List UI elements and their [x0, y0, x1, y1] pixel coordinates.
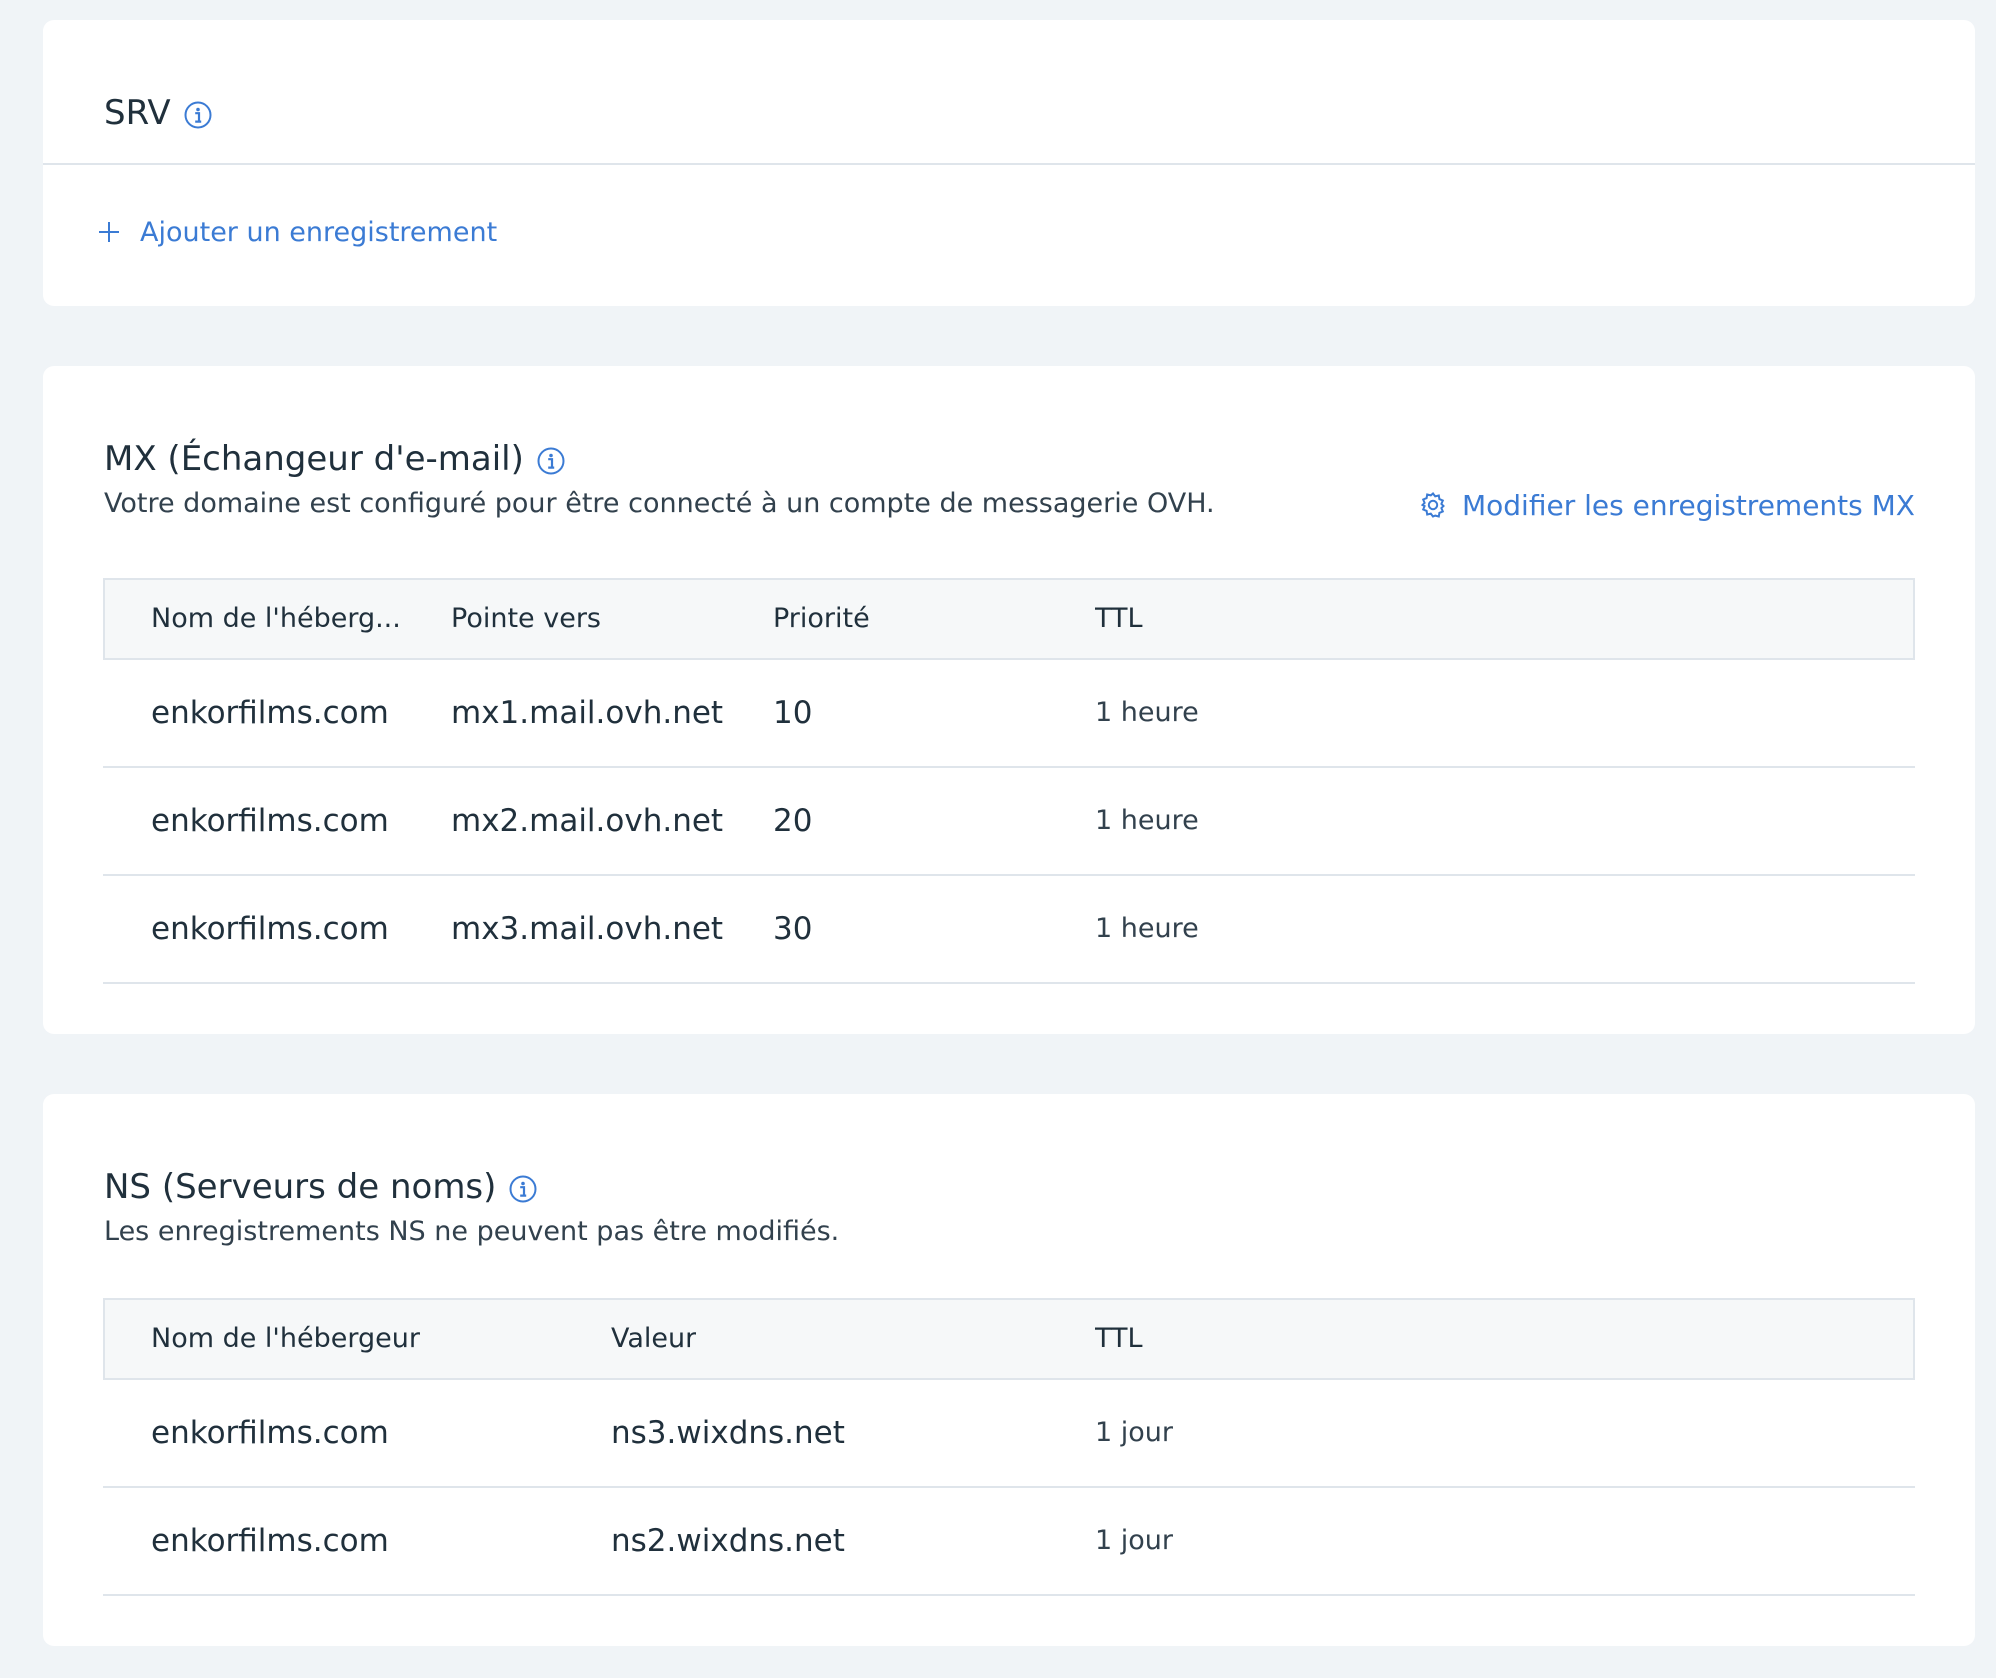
cell-priority: 10 [773, 695, 813, 731]
mx-table-header: Nom de l'héberg... Pointe vers Priorité … [103, 578, 1915, 660]
ns-title-row: NS (Serveurs de noms) [104, 1167, 538, 1207]
mx-card: MX (Échangeur d'e-mail) Votre domaine es… [43, 366, 1975, 1034]
ns-description: Les enregistrements NS ne peuvent pas êt… [104, 1216, 840, 1247]
table-row[interactable]: enkorfilms.com mx2.mail.ovh.net 20 1 heu… [103, 768, 1915, 876]
cell-priority: 20 [773, 803, 813, 839]
cell-target: mx3.mail.ovh.net [451, 911, 724, 947]
ns-table-header: Nom de l'hébergeur Valeur TTL [103, 1298, 1915, 1380]
cell-ttl: 1 jour [1095, 1525, 1173, 1556]
cell-value: ns3.wixdns.net [611, 1415, 845, 1451]
cell-priority: 30 [773, 911, 813, 947]
ns-records-table: Nom de l'hébergeur Valeur TTL enkorfilms… [103, 1298, 1915, 1596]
cell-host: enkorfilms.com [151, 1415, 389, 1451]
column-header-value: Valeur [611, 1323, 697, 1354]
add-record-button[interactable]: Ajouter un enregistrement [96, 212, 497, 252]
column-header-ttl: TTL [1095, 1323, 1143, 1354]
column-header-host: Nom de l'hébergeur [151, 1323, 420, 1354]
srv-title-row: SRV [104, 93, 213, 133]
cell-ttl: 1 heure [1095, 697, 1199, 728]
ns-card: NS (Serveurs de noms) Les enregistrement… [43, 1094, 1975, 1646]
cell-ttl: 1 heure [1095, 913, 1199, 944]
cell-target: mx2.mail.ovh.net [451, 803, 724, 839]
column-header-priority: Priorité [773, 603, 870, 634]
info-icon[interactable] [536, 446, 566, 476]
table-row[interactable]: enkorfilms.com mx1.mail.ovh.net 10 1 heu… [103, 660, 1915, 768]
mx-title-row: MX (Échangeur d'e-mail) [104, 439, 566, 479]
mx-records-table: Nom de l'héberg... Pointe vers Priorité … [103, 578, 1915, 984]
cell-ttl: 1 jour [1095, 1417, 1173, 1448]
cell-ttl: 1 heure [1095, 805, 1199, 836]
add-record-label: Ajouter un enregistrement [140, 216, 498, 248]
column-header-target: Pointe vers [451, 603, 601, 634]
info-icon[interactable] [183, 100, 213, 130]
mx-description: Votre domaine est configuré pour être co… [104, 488, 1215, 519]
info-icon[interactable] [508, 1174, 538, 1204]
edit-mx-records-button[interactable]: Modifier les enregistrements MX [1418, 485, 1915, 525]
edit-mx-records-label: Modifier les enregistrements MX [1461, 488, 1915, 522]
cell-target: mx1.mail.ovh.net [451, 695, 724, 731]
column-header-ttl: TTL [1095, 603, 1143, 634]
table-row[interactable]: enkorfilms.com ns3.wixdns.net 1 jour [103, 1380, 1915, 1488]
ns-title: NS (Serveurs de noms) [104, 1167, 497, 1207]
mx-title: MX (Échangeur d'e-mail) [104, 439, 524, 479]
table-row[interactable]: enkorfilms.com ns2.wixdns.net 1 jour [103, 1488, 1915, 1596]
srv-divider [43, 163, 1975, 165]
srv-title: SRV [104, 93, 171, 133]
cell-host: enkorfilms.com [151, 1523, 389, 1559]
srv-card: SRV Ajouter un enregistrement [43, 20, 1975, 306]
cell-host: enkorfilms.com [151, 803, 389, 839]
cell-host: enkorfilms.com [151, 911, 389, 947]
cell-host: enkorfilms.com [151, 695, 389, 731]
cell-value: ns2.wixdns.net [611, 1523, 845, 1559]
table-row[interactable]: enkorfilms.com mx3.mail.ovh.net 30 1 heu… [103, 876, 1915, 984]
gear-icon [1418, 490, 1448, 520]
plus-icon [96, 219, 122, 245]
column-header-host: Nom de l'héberg... [151, 603, 401, 634]
dns-records-page: SRV Ajouter un enregistrement MX (Échang… [0, 0, 1996, 1678]
